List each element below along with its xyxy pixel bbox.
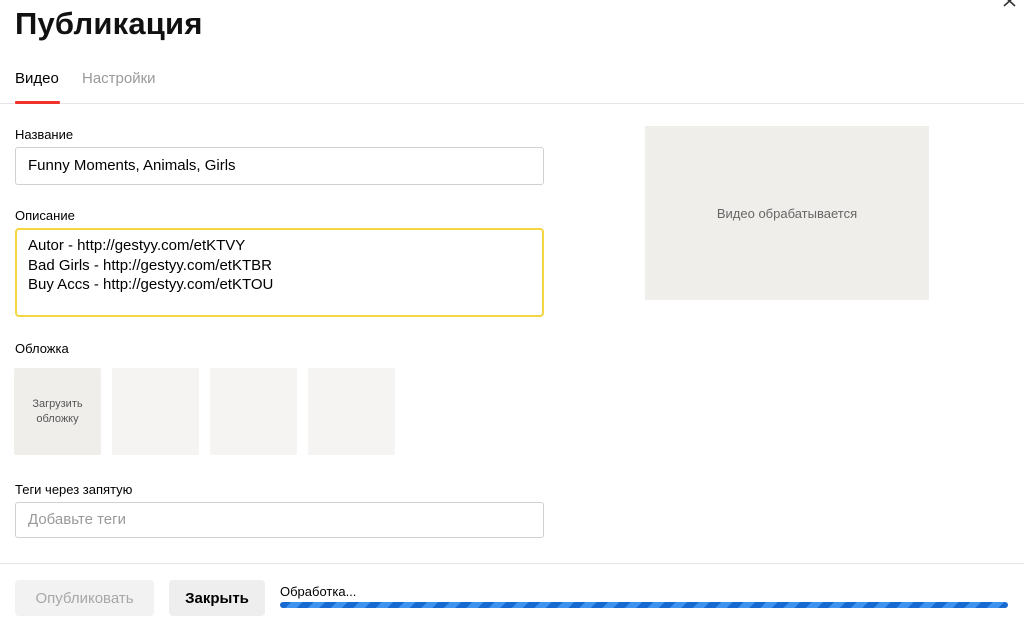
progress-bar-fill <box>280 602 1008 608</box>
dialog-footer: Опубликовать Закрыть Обработка... <box>0 563 1024 620</box>
tags-input[interactable]: Добавьте теги <box>15 502 544 538</box>
close-icon[interactable] <box>998 0 1022 14</box>
processing-label: Обработка... <box>280 584 357 599</box>
cover-thumbnail-slot[interactable] <box>112 368 199 455</box>
tab-video[interactable]: Видео <box>15 70 59 87</box>
upload-cover-label: Загрузить обложку <box>32 397 83 425</box>
upload-cover-button[interactable]: Загрузить обложку <box>14 368 101 455</box>
close-button[interactable]: Закрыть <box>169 580 265 616</box>
publish-dialog: Публикация Видео Настройки Название Funn… <box>0 0 1024 620</box>
tab-settings[interactable]: Настройки <box>82 70 156 87</box>
title-input[interactable]: Funny Moments, Animals, Girls <box>15 147 544 185</box>
video-preview: Видео обрабатывается <box>645 126 929 300</box>
cover-thumbnail-slot[interactable] <box>210 368 297 455</box>
description-textarea[interactable]: Autor - http://gestyy.com/etKTVY Bad Gir… <box>15 228 544 317</box>
tab-bar: Видео Настройки <box>0 60 1024 104</box>
tags-label: Теги через запятую <box>15 482 133 497</box>
cover-label: Обложка <box>15 341 69 356</box>
dialog-title: Публикация <box>15 6 203 41</box>
title-label: Название <box>15 127 74 142</box>
preview-status: Видео обрабатывается <box>716 205 858 221</box>
progress-bar <box>280 602 1008 608</box>
active-tab-indicator <box>15 101 60 104</box>
cover-thumbnail-slot[interactable] <box>308 368 395 455</box>
publish-button[interactable]: Опубликовать <box>15 580 154 616</box>
description-label: Описание <box>15 208 75 223</box>
